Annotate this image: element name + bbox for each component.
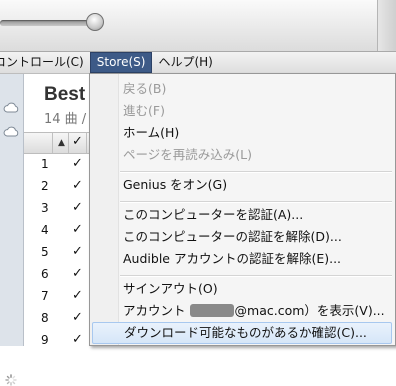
menu-item-forward[interactable]: 進む(F) <box>92 100 392 122</box>
header-checkbox-icon[interactable]: ✓ <box>72 134 83 149</box>
sort-ascending-icon[interactable]: ▲ <box>58 138 65 148</box>
cloud-icon <box>3 126 19 137</box>
menu-item-home[interactable]: ホーム(H) <box>92 122 392 144</box>
row-number: 4 <box>41 223 49 237</box>
menu-item-reload[interactable]: ページを再読み込み(L) <box>92 144 392 166</box>
row-checkbox[interactable]: ✓ <box>72 222 83 237</box>
row-number: 5 <box>41 245 49 259</box>
menu-item-view-account[interactable]: アカウント @mac.com）を表示(V)... <box>92 300 392 322</box>
row-number: 6 <box>41 267 49 281</box>
menu-separator <box>120 171 392 173</box>
column-divider <box>52 133 53 153</box>
menu-item-authorize[interactable]: このコンピューターを認証(A)... <box>92 204 392 226</box>
row-checkbox[interactable]: ✓ <box>72 288 83 303</box>
loading-spinner-icon <box>5 374 17 386</box>
store-menu: 戻る(B) 進む(F) ホーム(H) ページを再読み込み(L) Genius を… <box>89 73 396 346</box>
menu-item-back[interactable]: 戻る(B) <box>92 78 392 100</box>
menu-item-deauthorize[interactable]: このコンピューターの認証を解除(D)... <box>92 226 392 248</box>
menu-item-sign-out[interactable]: サインアウト(O) <box>92 278 392 300</box>
row-number: 9 <box>41 333 49 347</box>
row-checkbox[interactable]: ✓ <box>72 200 83 215</box>
redacted-account-name <box>189 304 234 317</box>
menu-item-check-downloads[interactable]: ダウンロード可能なものがあるか確認(C)... <box>92 322 392 344</box>
toolbar-edge <box>377 0 396 51</box>
menu-separator <box>120 275 392 277</box>
row-number: 1 <box>41 157 49 171</box>
menu-help[interactable]: ヘルプ(H) <box>152 52 218 73</box>
row-checkbox[interactable]: ✓ <box>72 266 83 281</box>
row-number: 3 <box>41 201 49 215</box>
source-list <box>0 74 24 386</box>
column-divider <box>86 133 87 153</box>
menu-separator <box>120 201 392 203</box>
row-checkbox[interactable]: ✓ <box>72 156 83 171</box>
account-prefix: アカウント <box>123 303 186 318</box>
row-checkbox[interactable]: ✓ <box>72 178 83 193</box>
menu-bar: コントロール(C) Store(S) ヘルプ(H) <box>0 52 396 74</box>
menu-store[interactable]: Store(S) <box>89 52 153 73</box>
menu-item-audible-deauthorize[interactable]: Audible アカウントの認証を解除(E)... <box>92 248 392 270</box>
row-checkbox[interactable]: ✓ <box>72 310 83 325</box>
menu-item-genius[interactable]: Genius をオン(G) <box>92 174 392 196</box>
cloud-icon <box>3 102 19 113</box>
row-checkbox[interactable]: ✓ <box>72 332 83 347</box>
row-number: 2 <box>41 179 49 193</box>
row-checkbox[interactable]: ✓ <box>72 244 83 259</box>
toolbar <box>0 0 396 52</box>
volume-slider-knob[interactable] <box>86 13 104 31</box>
account-suffix: @mac.com）を表示(V)... <box>234 303 385 318</box>
row-number: 7 <box>41 289 49 303</box>
volume-slider-track[interactable] <box>0 20 96 26</box>
column-divider <box>68 133 69 153</box>
row-number: 8 <box>41 311 49 325</box>
menu-controls[interactable]: コントロール(C) <box>0 52 90 73</box>
playlist-subtitle: 14 曲 / <box>44 112 87 127</box>
